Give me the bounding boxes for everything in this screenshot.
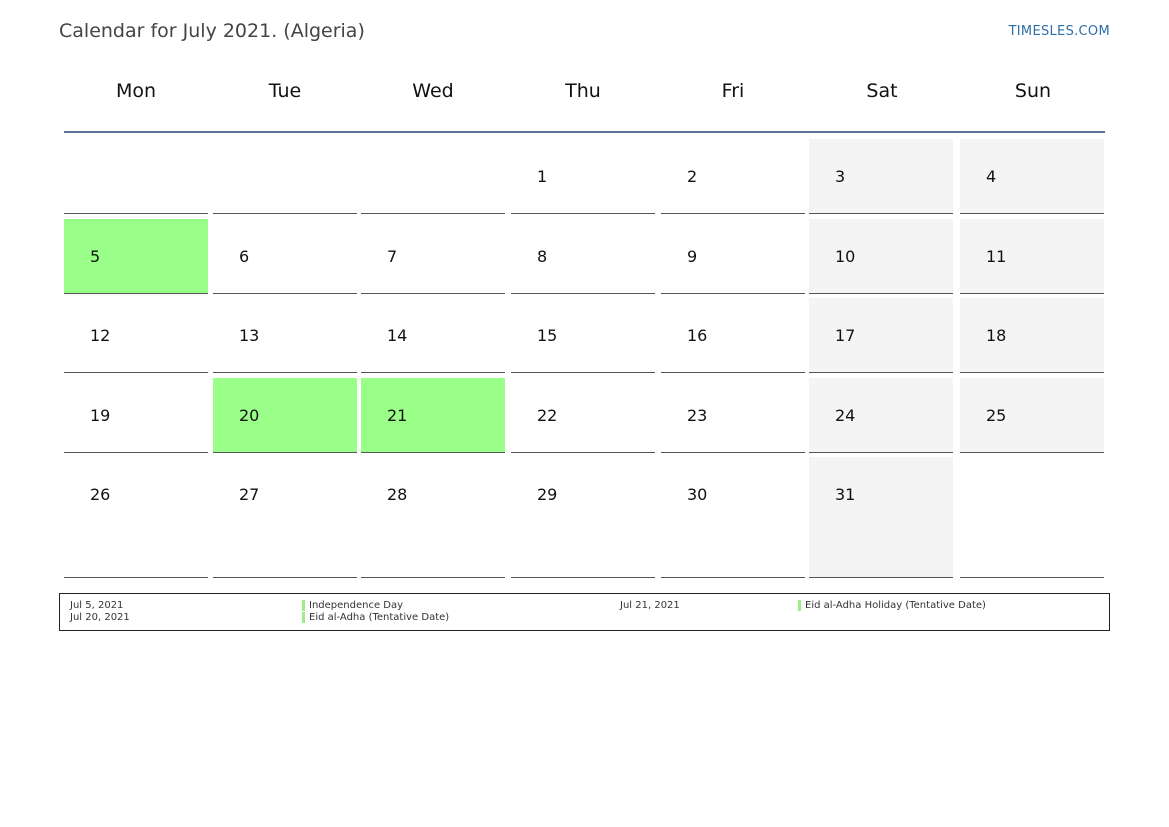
day-number: 19 — [90, 406, 111, 425]
day-number: 11 — [986, 247, 1007, 266]
page-title: Calendar for July 2021. (Algeria) — [59, 20, 365, 42]
day-number: 3 — [835, 167, 846, 186]
day-number: 5 — [90, 247, 101, 266]
empty-day-cell — [361, 139, 505, 214]
calendar-page: Calendar for July 2021. (Algeria) TIMESL… — [0, 0, 1169, 827]
day-number: 7 — [387, 247, 398, 266]
day-cell: 25 — [960, 378, 1104, 453]
day-number: 28 — [387, 485, 408, 504]
holiday-color-marker — [302, 600, 305, 611]
day-number: 29 — [537, 485, 558, 504]
day-number: 24 — [835, 406, 856, 425]
day-cell: 22 — [511, 378, 655, 453]
day-cell: 19 — [64, 378, 208, 453]
day-number: 21 — [387, 406, 408, 425]
weekday-wed: Wed — [412, 80, 454, 102]
day-number: 1 — [537, 167, 548, 186]
day-cell: 12 — [64, 298, 208, 373]
day-cell: 27 — [213, 457, 357, 578]
weekday-thu: Thu — [565, 80, 601, 102]
legend-date: Jul 5, 2021 — [70, 600, 124, 611]
day-cell: 3 — [809, 139, 953, 214]
day-number: 13 — [239, 326, 260, 345]
holiday-legend: Jul 5, 2021 Independence Day Jul 20, 202… — [59, 593, 1110, 631]
day-cell: 31 — [809, 457, 953, 578]
day-cell: 8 — [511, 219, 655, 294]
day-number: 18 — [986, 326, 1007, 345]
day-cell: 18 — [960, 298, 1104, 373]
empty-day-cell — [960, 457, 1104, 578]
day-cell: 4 — [960, 139, 1104, 214]
day-number: 2 — [687, 167, 698, 186]
holiday-color-marker — [798, 600, 801, 611]
day-cell: 21 — [361, 378, 505, 453]
day-cell: 30 — [661, 457, 805, 578]
weekday-tue: Tue — [268, 80, 302, 102]
day-cell: 13 — [213, 298, 357, 373]
weekday-fri: Fri — [721, 80, 745, 102]
weekday-sat: Sat — [866, 80, 898, 102]
day-cell: 11 — [960, 219, 1104, 294]
day-cell: 20 — [213, 378, 357, 453]
header-divider — [64, 131, 1105, 133]
day-number: 31 — [835, 485, 856, 504]
day-number: 4 — [986, 167, 997, 186]
legend-holiday-name: Eid al-Adha Holiday (Tentative Date) — [798, 600, 986, 612]
weekday-mon: Mon — [115, 80, 157, 102]
day-number: 15 — [537, 326, 558, 345]
day-number: 17 — [835, 326, 856, 345]
day-cell: 17 — [809, 298, 953, 373]
day-number: 30 — [687, 485, 708, 504]
empty-day-cell — [64, 139, 208, 214]
day-number: 23 — [687, 406, 708, 425]
day-number: 27 — [239, 485, 260, 504]
day-cell: 7 — [361, 219, 505, 294]
day-cell: 15 — [511, 298, 655, 373]
day-cell: 10 — [809, 219, 953, 294]
day-number: 20 — [239, 406, 260, 425]
day-cell: 2 — [661, 139, 805, 214]
day-cell: 28 — [361, 457, 505, 578]
day-cell: 9 — [661, 219, 805, 294]
holiday-color-marker — [302, 612, 305, 623]
day-cell: 23 — [661, 378, 805, 453]
brand-link[interactable]: TIMESLES.COM — [1009, 24, 1110, 39]
day-cell: 16 — [661, 298, 805, 373]
legend-date: Jul 21, 2021 — [620, 600, 680, 611]
day-number: 14 — [387, 326, 408, 345]
day-cell: 24 — [809, 378, 953, 453]
empty-day-cell — [213, 139, 357, 214]
day-number: 16 — [687, 326, 708, 345]
day-number: 8 — [537, 247, 548, 266]
weekday-header: Mon Tue Wed Thu Fri Sat Sun — [64, 80, 1105, 116]
day-cell: 29 — [511, 457, 655, 578]
legend-date: Jul 20, 2021 — [70, 612, 130, 623]
day-cell: 14 — [361, 298, 505, 373]
day-cell: 6 — [213, 219, 357, 294]
day-number: 22 — [537, 406, 558, 425]
day-cell: 1 — [511, 139, 655, 214]
day-number: 26 — [90, 485, 111, 504]
weekday-sun: Sun — [1014, 80, 1052, 102]
day-number: 25 — [986, 406, 1007, 425]
day-number: 12 — [90, 326, 111, 345]
day-number: 9 — [687, 247, 698, 266]
day-number: 6 — [239, 247, 250, 266]
legend-holiday-name: Independence Day — [302, 600, 403, 612]
day-cell: 5 — [64, 219, 208, 294]
day-number: 10 — [835, 247, 856, 266]
legend-holiday-name: Eid al-Adha (Tentative Date) — [302, 612, 449, 624]
day-cell: 26 — [64, 457, 208, 578]
